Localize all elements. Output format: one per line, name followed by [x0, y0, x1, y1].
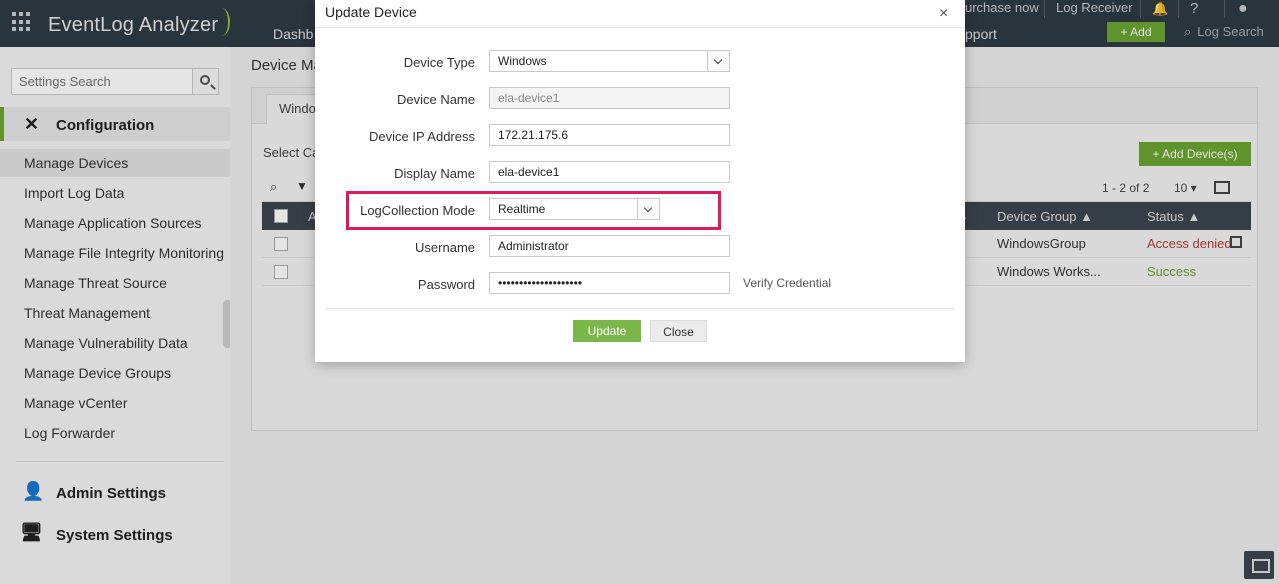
device-type-value: Windows: [498, 54, 547, 68]
device-type-label: Device Type: [403, 55, 475, 70]
close-icon[interactable]: ×: [939, 5, 948, 23]
close-button[interactable]: Close: [650, 320, 707, 342]
update-device-dialog: Update Device × Device Type Windows Devi…: [315, 0, 965, 362]
device-ip-label: Device IP Address: [369, 129, 475, 144]
display-name-label: Display Name: [394, 166, 475, 181]
username-label: Username: [415, 240, 475, 255]
dialog-divider: [325, 308, 955, 309]
highlight-annotation: [346, 191, 721, 230]
password-label: Password: [417, 277, 475, 292]
update-button[interactable]: Update: [573, 320, 641, 342]
device-name-label: Device Name: [396, 92, 475, 107]
display-name-field[interactable]: [489, 161, 730, 183]
password-field[interactable]: [489, 272, 730, 294]
device-name-field: [489, 87, 730, 109]
chevron-down-icon: [707, 51, 729, 71]
device-ip-field[interactable]: [489, 124, 730, 146]
device-type-select[interactable]: Windows: [489, 50, 730, 72]
dialog-header: Update Device ×: [315, 0, 965, 28]
dialog-title: Update Device: [325, 4, 417, 20]
username-field[interactable]: [489, 235, 730, 257]
verify-credential-link[interactable]: Verify Credential: [743, 276, 831, 290]
